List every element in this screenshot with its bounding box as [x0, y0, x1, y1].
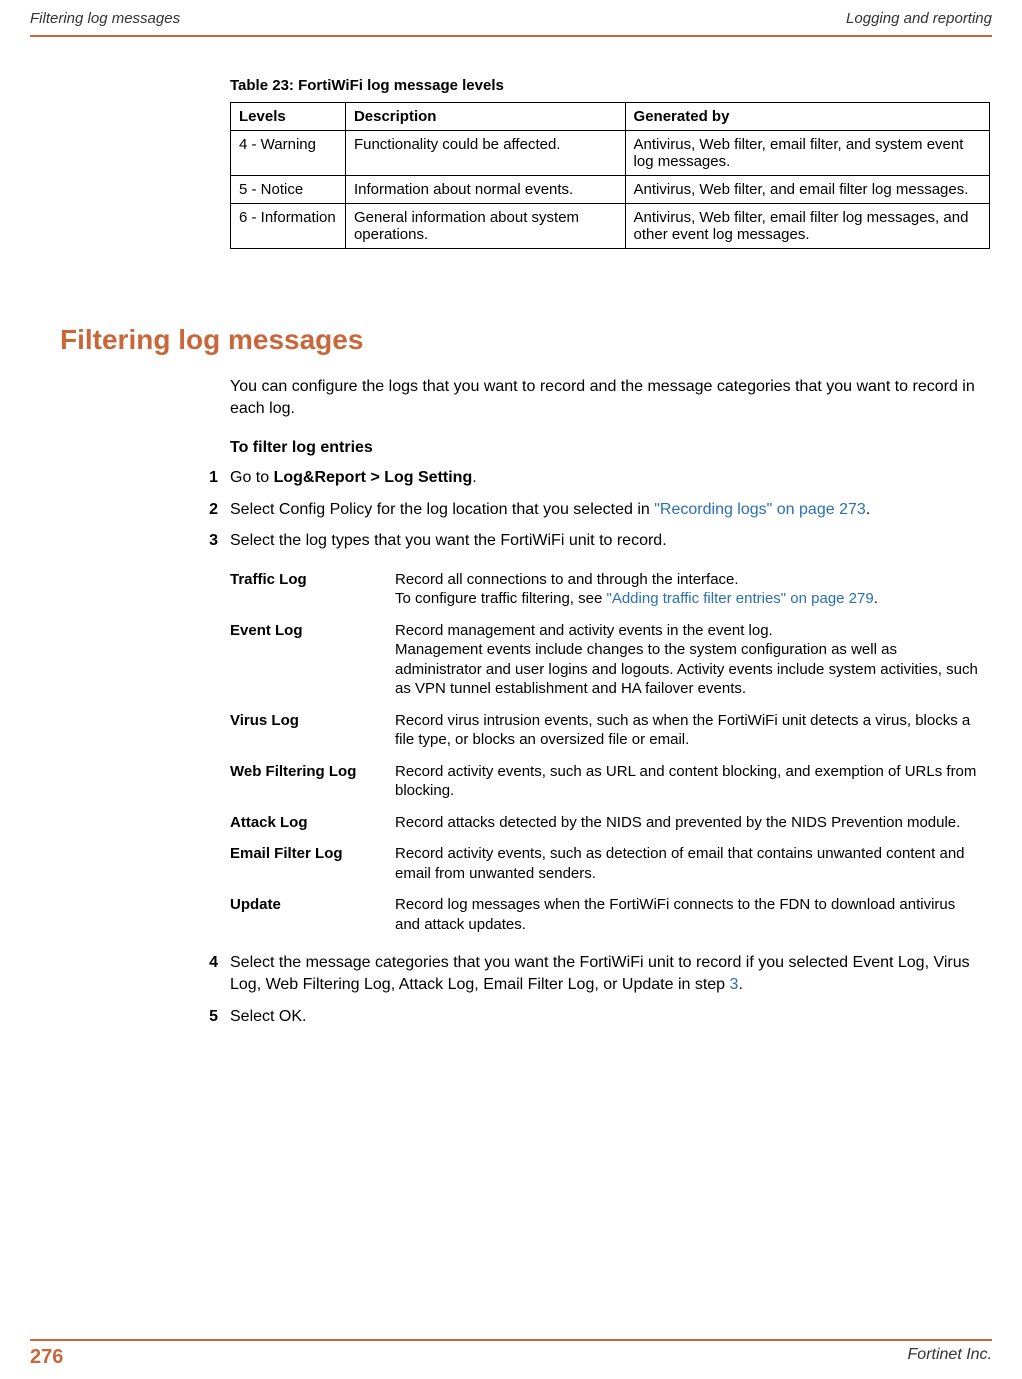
th-description: Description	[345, 103, 625, 131]
logtype-row: Email Filter Log Record activity events,…	[230, 838, 990, 889]
step-text: .	[866, 501, 870, 518]
page-number: 276	[30, 1346, 63, 1369]
step-body: Select Config Policy for the log locatio…	[230, 499, 990, 521]
logtype-name: Event Log	[230, 615, 395, 705]
cell-desc: Functionality could be affected.	[345, 131, 625, 176]
th-levels: Levels	[231, 103, 346, 131]
table-row: 6 - Information General information abou…	[231, 204, 990, 249]
logtype-desc: Record activity events, such as detectio…	[395, 838, 990, 889]
logtype-desc: Record all connections to and through th…	[395, 564, 990, 615]
menu-path: Log&Report > Log Setting	[274, 469, 473, 486]
levels-table: Levels Description Generated by 4 - Warn…	[230, 102, 990, 249]
section-heading: Filtering log messages	[60, 324, 992, 356]
cell-gen: Antivirus, Web filter, email filter log …	[625, 204, 989, 249]
cell-desc: General information about system operati…	[345, 204, 625, 249]
logtype-name: Virus Log	[230, 705, 395, 756]
table-row: 4 - Warning Functionality could be affec…	[231, 131, 990, 176]
footer-rule	[30, 1339, 992, 1341]
logtype-row: Virus Log Record virus intrusion events,…	[230, 705, 990, 756]
cell-desc: Information about normal events.	[345, 176, 625, 204]
intro-paragraph: You can configure the logs that you want…	[230, 376, 990, 419]
header-left: Filtering log messages	[30, 10, 180, 27]
table-header-row: Levels Description Generated by	[231, 103, 990, 131]
cell-level: 6 - Information	[231, 204, 346, 249]
logtype-desc: Record attacks detected by the NIDS and …	[395, 807, 990, 839]
step-item: 3 Select the log types that you want the…	[200, 530, 990, 552]
step-body: Go to Log&Report > Log Setting.	[230, 467, 990, 489]
header-right: Logging and reporting	[846, 10, 992, 27]
step-body: Select the message categories that you w…	[230, 952, 990, 995]
logtype-desc: Record log messages when the FortiWiFi c…	[395, 889, 990, 940]
step-body: Select the log types that you want the F…	[230, 530, 990, 552]
step-body: Select OK.	[230, 1006, 990, 1028]
logtype-row: Web Filtering Log Record activity events…	[230, 756, 990, 807]
page-footer: 276 Fortinet Inc.	[30, 1346, 992, 1369]
logtype-desc: Record activity events, such as URL and …	[395, 756, 990, 807]
logtype-name: Traffic Log	[230, 564, 395, 615]
cell-level: 4 - Warning	[231, 131, 346, 176]
logtype-text: .	[874, 590, 878, 607]
step-number: 1	[200, 467, 230, 489]
company-name: Fortinet Inc.	[908, 1346, 992, 1369]
step-text: Select Config Policy for the log locatio…	[230, 501, 654, 518]
logtype-row: Event Log Record management and activity…	[230, 615, 990, 705]
cross-ref-link[interactable]: "Recording logs" on page 273	[654, 501, 866, 518]
cell-gen: Antivirus, Web filter, email filter, and…	[625, 131, 989, 176]
step-item: 4 Select the message categories that you…	[200, 952, 990, 995]
step-item: 2 Select Config Policy for the log locat…	[200, 499, 990, 521]
cell-level: 5 - Notice	[231, 176, 346, 204]
logtype-name: Update	[230, 889, 395, 940]
page-header: Filtering log messages Logging and repor…	[0, 0, 1022, 35]
procedure-subhead: To filter log entries	[230, 439, 992, 457]
th-generated-by: Generated by	[625, 103, 989, 131]
logtype-name: Email Filter Log	[230, 838, 395, 889]
logtype-desc: Record management and activity events in…	[395, 615, 990, 705]
step-number: 2	[200, 499, 230, 521]
step-number: 5	[200, 1006, 230, 1028]
step-text: Select the message categories that you w…	[230, 954, 970, 993]
logtype-row: Traffic Log Record all connections to an…	[230, 564, 990, 615]
step-text: .	[738, 976, 742, 993]
step-item: 5 Select OK.	[200, 1006, 990, 1028]
logtype-row: Update Record log messages when the Fort…	[230, 889, 990, 940]
step-text: .	[472, 469, 476, 486]
step-item: 1 Go to Log&Report > Log Setting.	[200, 467, 990, 489]
content-area: Table 23: FortiWiFi log message levels L…	[0, 37, 1022, 1027]
step-text: Go to	[230, 469, 274, 486]
logtype-row: Attack Log Record attacks detected by th…	[230, 807, 990, 839]
step-number: 3	[200, 530, 230, 552]
steps-list: 1 Go to Log&Report > Log Setting. 2 Sele…	[200, 467, 990, 552]
table-row: 5 - Notice Information about normal even…	[231, 176, 990, 204]
steps-list-continued: 4 Select the message categories that you…	[200, 952, 990, 1027]
logtype-name: Web Filtering Log	[230, 756, 395, 807]
step-number: 4	[200, 952, 230, 995]
cell-gen: Antivirus, Web filter, and email filter …	[625, 176, 989, 204]
cross-ref-link[interactable]: "Adding traffic filter entries" on page …	[607, 590, 874, 607]
logtype-desc: Record virus intrusion events, such as w…	[395, 705, 990, 756]
table-caption: Table 23: FortiWiFi log message levels	[230, 77, 992, 94]
logtype-name: Attack Log	[230, 807, 395, 839]
logtypes-table: Traffic Log Record all connections to an…	[230, 564, 990, 941]
